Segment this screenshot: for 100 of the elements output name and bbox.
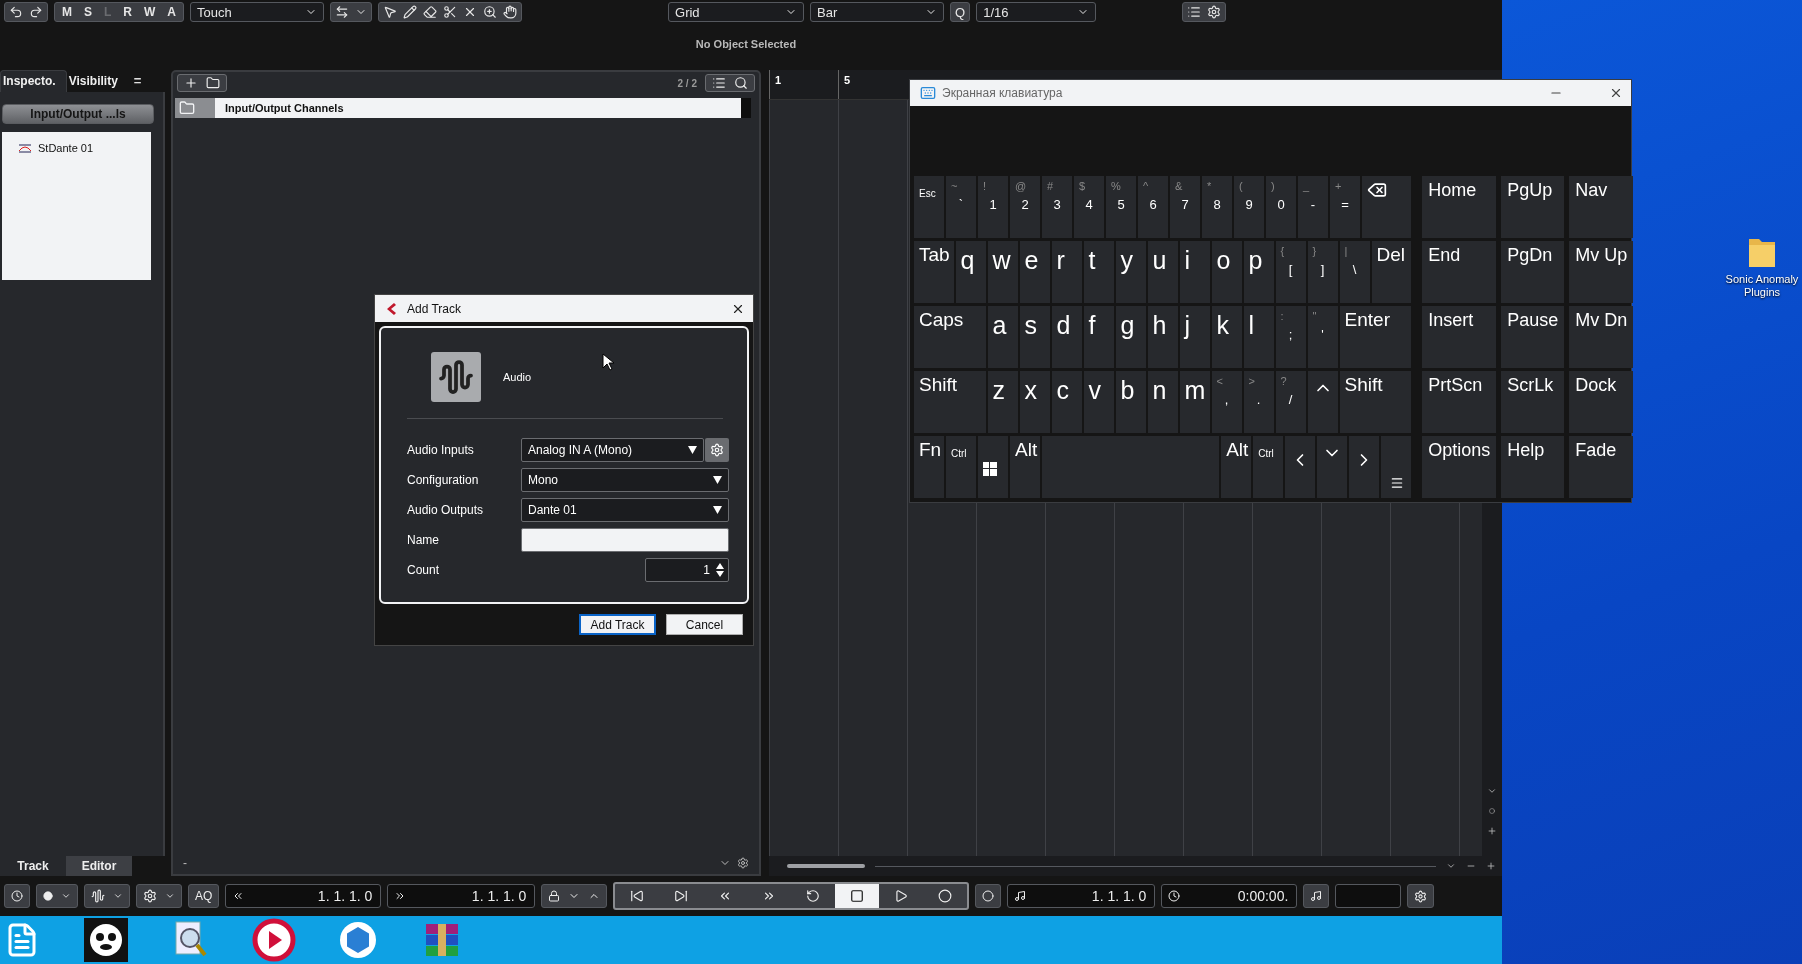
keyboard-key[interactable]: ^ 6 <box>1138 176 1168 238</box>
keyboard-key[interactable]: Home <box>1422 176 1497 238</box>
keyboard-key[interactable]: Mv Up <box>1569 241 1634 303</box>
redo-icon[interactable] <box>29 5 43 19</box>
keyboard-key[interactable]: j <box>1179 306 1210 368</box>
keyboard-key[interactable]: d <box>1051 306 1082 368</box>
zoom-icon[interactable] <box>483 5 498 19</box>
keyboard-key[interactable]: r <box>1051 241 1082 303</box>
gear-icon[interactable] <box>143 889 157 903</box>
zoom-out-button[interactable]: - <box>183 856 187 870</box>
keyboard-key[interactable]: o <box>1211 241 1242 303</box>
keyboard-key[interactable]: PgDn <box>1501 241 1565 303</box>
keyboard-key[interactable]: Nav <box>1569 176 1634 238</box>
keyboard-key[interactable]: i <box>1179 241 1210 303</box>
snap-type-dropdown[interactable]: Grid <box>668 2 805 22</box>
plus-icon[interactable] <box>184 76 198 90</box>
select-field[interactable]: Analog IN A (Mono) <box>521 438 704 462</box>
keyboard-key[interactable]: g <box>1115 306 1146 368</box>
keyboard-key[interactable]: w <box>987 241 1018 303</box>
keyboard-key[interactable]: PrtScn <box>1422 371 1497 433</box>
keyboard-key[interactable]: Enter <box>1339 306 1412 368</box>
tree-item[interactable]: StDante 01 <box>38 142 94 154</box>
keyboard-key[interactable]: n <box>1147 371 1178 433</box>
mode-button[interactable]: S <box>81 5 95 19</box>
mode-button[interactable]: A <box>164 5 180 19</box>
keyboard-key[interactable]: Esc <box>914 176 944 238</box>
keyboard-key[interactable]: f <box>1083 306 1114 368</box>
clock-icon[interactable] <box>11 890 23 902</box>
keyboard-key[interactable]: Del <box>1371 241 1412 303</box>
keyboard-key[interactable]: Shift <box>1339 371 1412 433</box>
layout-icon[interactable] <box>1187 5 1202 19</box>
panel-tab[interactable]: Visibility <box>66 71 128 92</box>
keyboard-key[interactable]: & 7 <box>1170 176 1200 238</box>
metronome-icon[interactable] <box>1310 890 1323 902</box>
plus-icon[interactable] <box>1487 826 1497 836</box>
settings-button[interactable] <box>705 438 729 462</box>
keyboard-key[interactable]: ! 1 <box>978 176 1008 238</box>
keyboard-key[interactable]: m <box>1179 371 1210 433</box>
keyboard-key[interactable]: _ - <box>1298 176 1328 238</box>
automation-mode-dropdown[interactable]: Touch <box>190 2 325 22</box>
keyboard-key[interactable]: c <box>1051 371 1082 433</box>
keyboard-key[interactable]: k <box>1211 306 1242 368</box>
plus-icon[interactable] <box>1486 861 1496 871</box>
monkey-logo-icon[interactable] <box>84 918 128 962</box>
waveform-icon[interactable] <box>91 889 105 903</box>
zone-tab[interactable]: Editor <box>66 856 132 876</box>
keyboard-key[interactable]: l <box>1243 306 1274 368</box>
sync-icon[interactable] <box>982 890 995 902</box>
keyboard-key[interactable]: Shift <box>914 371 986 433</box>
keyboard-key[interactable]: Ctrl <box>1253 436 1284 498</box>
name-field[interactable] <box>521 528 729 552</box>
keyboard-key[interactable]: Alt <box>1010 436 1040 498</box>
keyboard-key[interactable]: + = <box>1330 176 1360 238</box>
keyboard-key[interactable]: Insert <box>1422 306 1497 368</box>
keyboard-key[interactable]: Fn <box>914 436 944 498</box>
caret-icon[interactable] <box>1446 861 1456 871</box>
hand-icon[interactable] <box>503 5 518 19</box>
keyboard-key[interactable] <box>978 436 1008 498</box>
keyboard-key[interactable]: | \ <box>1339 241 1370 303</box>
keyboard-key[interactable]: ScrLk <box>1501 371 1565 433</box>
eraser-icon[interactable] <box>423 5 438 19</box>
menu-button[interactable]: = <box>133 73 142 92</box>
keyboard-key[interactable]: p <box>1243 241 1274 303</box>
select-field[interactable]: Dante 01 <box>521 498 729 522</box>
keyboard-key[interactable]: # 3 <box>1042 176 1072 238</box>
count-field[interactable]: 1 <box>645 558 729 582</box>
zone-tab[interactable]: Track <box>0 856 66 876</box>
keyboard-key[interactable]: Ctrl <box>946 436 976 498</box>
keyboard-key[interactable]: ) 0 <box>1266 176 1296 238</box>
keyboard-key[interactable]: x <box>1019 371 1050 433</box>
keyboard-key[interactable]: h <box>1147 306 1178 368</box>
undo-icon[interactable] <box>9 5 23 19</box>
close-icon[interactable] <box>1609 86 1623 100</box>
keyboard-key[interactable]: @ 2 <box>1010 176 1040 238</box>
keyboard-key[interactable]: s <box>1019 306 1050 368</box>
keyboard-key[interactable]: End <box>1422 241 1497 303</box>
record-icon[interactable] <box>43 891 53 901</box>
list-icon[interactable] <box>712 76 726 90</box>
keyboard-key[interactable]: : ; <box>1275 306 1306 368</box>
keyboard-key[interactable]: { [ <box>1275 241 1306 303</box>
zoom-handle-icon[interactable] <box>1489 808 1495 814</box>
settings-icon[interactable] <box>737 857 749 869</box>
search-icon[interactable] <box>734 76 748 90</box>
stop-button[interactable] <box>835 884 880 908</box>
keyboard-key[interactable]: Options <box>1422 436 1497 498</box>
keyboard-key[interactable]: ( 9 <box>1234 176 1264 238</box>
caret-icon[interactable] <box>1487 786 1497 796</box>
keyboard-key[interactable]: } ] <box>1307 241 1338 303</box>
keyboard-key[interactable] <box>1362 176 1412 238</box>
keyboard-key[interactable]: Mv Dn <box>1569 306 1634 368</box>
keyboard-key[interactable]: v <box>1083 371 1114 433</box>
keyboard-key[interactable] <box>1381 436 1412 498</box>
pencil-icon[interactable] <box>403 5 418 19</box>
keyboard-key[interactable]: Pause <box>1501 306 1565 368</box>
keyboard-key[interactable]: % 5 <box>1106 176 1136 238</box>
panel-tab[interactable]: Inspecto. <box>0 70 67 92</box>
keyboard-key[interactable]: > . <box>1243 371 1274 433</box>
mode-button[interactable]: W <box>141 5 159 19</box>
keyboard-key[interactable]: Alt <box>1221 436 1252 498</box>
keyboard-key[interactable]: PgUp <box>1501 176 1565 238</box>
